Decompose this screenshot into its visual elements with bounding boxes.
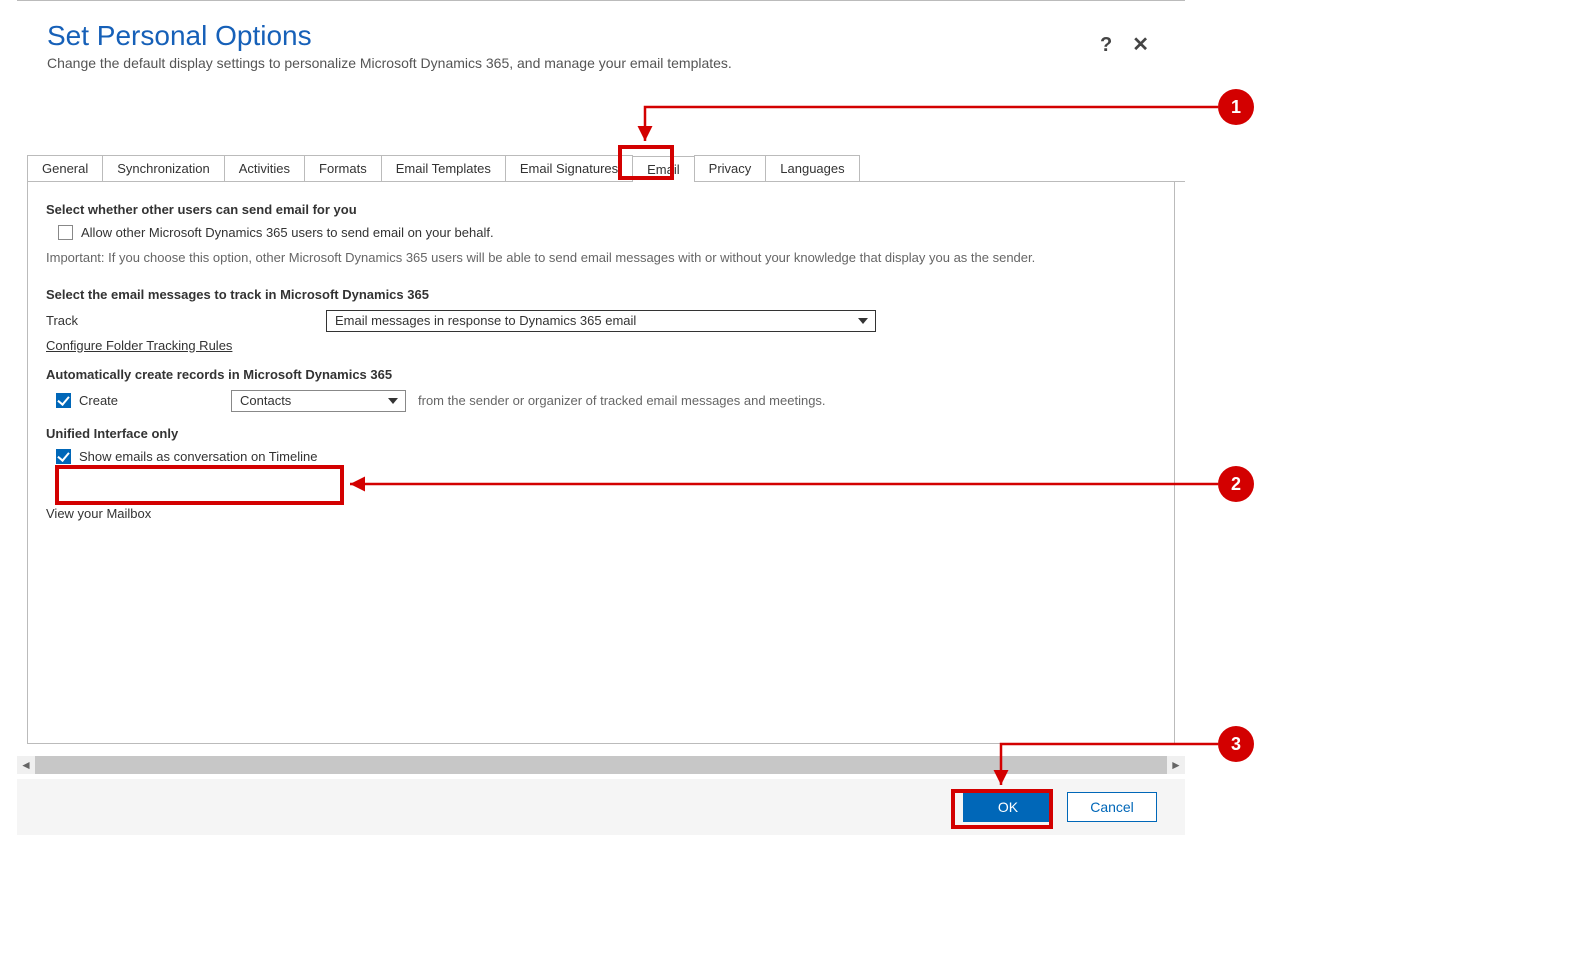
- view-mailbox-link[interactable]: View your Mailbox: [46, 506, 1156, 521]
- ok-button[interactable]: OK: [963, 792, 1053, 822]
- cancel-button[interactable]: Cancel: [1067, 792, 1157, 822]
- tab-privacy[interactable]: Privacy: [694, 155, 767, 181]
- dialog-title: Set Personal Options: [47, 19, 1155, 53]
- track-select[interactable]: Email messages in response to Dynamics 3…: [326, 310, 876, 332]
- annotation-callout-3: 3: [1218, 726, 1254, 762]
- scroll-track[interactable]: [35, 756, 1167, 774]
- track-label: Track: [46, 313, 326, 328]
- section-unified-interface-title: Unified Interface only: [46, 426, 1156, 441]
- tab-strip: General Synchronization Activities Forma…: [27, 155, 1185, 182]
- create-checkbox[interactable]: [56, 393, 71, 408]
- create-label: Create: [79, 393, 118, 408]
- section-auto-create-title: Automatically create records in Microsof…: [46, 367, 1156, 382]
- dialog-header: Set Personal Options Change the default …: [17, 1, 1185, 77]
- tab-email[interactable]: Email: [632, 156, 695, 182]
- tab-formats[interactable]: Formats: [304, 155, 382, 181]
- dialog-subtitle: Change the default display settings to p…: [47, 55, 1155, 71]
- email-panel: Select whether other users can send emai…: [27, 182, 1175, 744]
- create-select[interactable]: Contacts: [231, 390, 406, 412]
- section-track-title: Select the email messages to track in Mi…: [46, 287, 1156, 302]
- allow-others-checkbox[interactable]: [58, 225, 73, 240]
- tab-email-signatures[interactable]: Email Signatures: [505, 155, 633, 181]
- allow-others-label: Allow other Microsoft Dynamics 365 users…: [81, 225, 494, 240]
- show-conversation-label: Show emails as conversation on Timeline: [79, 449, 317, 464]
- tab-general[interactable]: General: [27, 155, 103, 181]
- tab-activities[interactable]: Activities: [224, 155, 305, 181]
- annotation-callout-1: 1: [1218, 89, 1254, 125]
- create-suffix: from the sender or organizer of tracked …: [418, 393, 826, 408]
- create-select-value: Contacts: [240, 393, 291, 408]
- horizontal-scrollbar[interactable]: ◄ ►: [17, 756, 1185, 774]
- tab-languages[interactable]: Languages: [765, 155, 859, 181]
- configure-folder-rules-link[interactable]: Configure Folder Tracking Rules: [46, 338, 232, 353]
- dialog-footer: OK Cancel: [17, 779, 1185, 835]
- scroll-right-arrow-icon[interactable]: ►: [1167, 756, 1185, 774]
- tab-synchronization[interactable]: Synchronization: [102, 155, 225, 181]
- track-select-value: Email messages in response to Dynamics 3…: [335, 313, 636, 328]
- scroll-left-arrow-icon[interactable]: ◄: [17, 756, 35, 774]
- personal-options-dialog: Set Personal Options Change the default …: [17, 0, 1185, 840]
- help-icon[interactable]: ?: [1100, 35, 1112, 55]
- show-conversation-checkbox[interactable]: [56, 449, 71, 464]
- annotation-callout-2: 2: [1218, 466, 1254, 502]
- close-icon[interactable]: ✕: [1132, 35, 1149, 55]
- tab-email-templates[interactable]: Email Templates: [381, 155, 506, 181]
- section-send-for-you-title: Select whether other users can send emai…: [46, 202, 1156, 217]
- important-note: Important: If you choose this option, ot…: [46, 250, 1156, 265]
